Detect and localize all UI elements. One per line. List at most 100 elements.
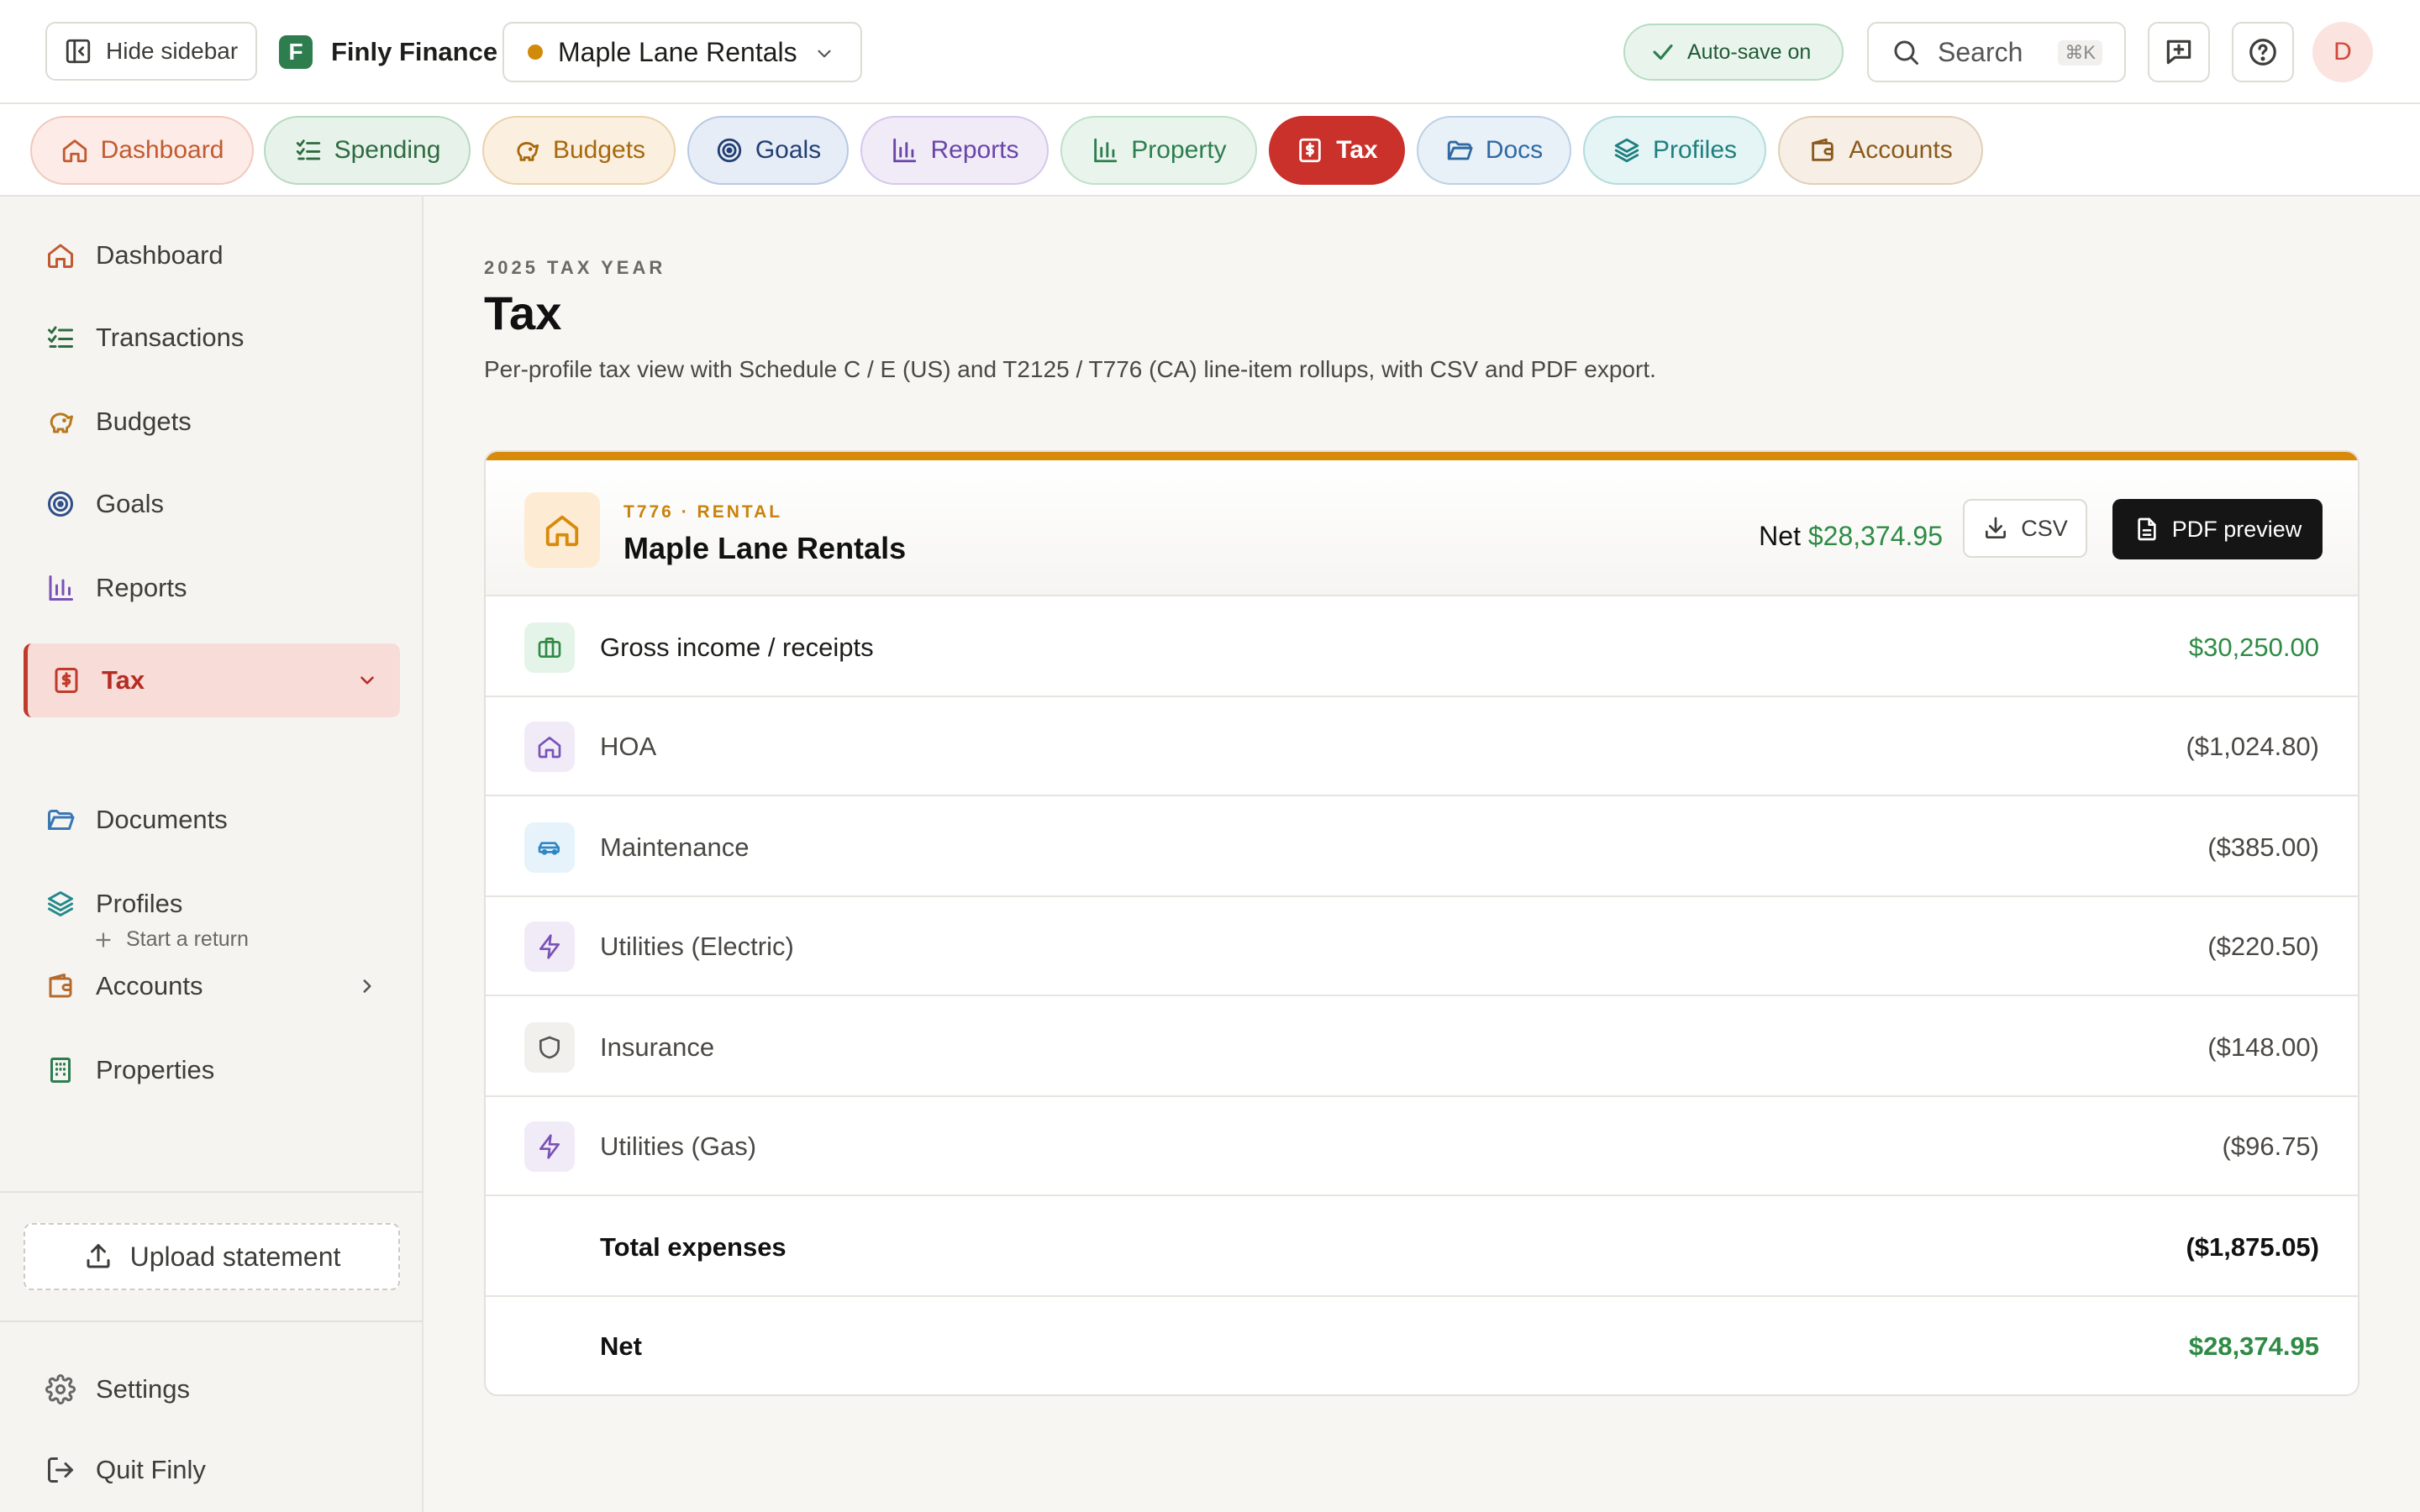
tab-docs[interactable]: Docs bbox=[1417, 116, 1571, 185]
sidebar-item-label: Properties bbox=[96, 1055, 215, 1084]
list-check-icon bbox=[294, 136, 323, 165]
card-kicker: T776 · RENTAL bbox=[623, 502, 783, 522]
hide-sidebar-button[interactable]: Hide sidebar bbox=[45, 22, 257, 81]
csv-label: CSV bbox=[2021, 515, 2068, 541]
sidebar-item-label: Documents bbox=[96, 805, 228, 834]
tab-label: Accounts bbox=[1849, 136, 1953, 164]
home-icon bbox=[60, 136, 89, 165]
upload-statement-button[interactable]: Upload statement bbox=[24, 1223, 400, 1290]
property-badge bbox=[524, 492, 600, 568]
sidebar-item-profiles[interactable]: Profiles bbox=[24, 867, 400, 941]
tab-budgets[interactable]: Budgets bbox=[482, 116, 676, 185]
sidebar-item-goals[interactable]: Goals bbox=[24, 467, 400, 541]
sidebar-item-quit[interactable]: Quit Finly bbox=[24, 1433, 400, 1507]
line-item-amount: ($220.50) bbox=[2207, 932, 2319, 961]
wallet-icon bbox=[45, 971, 76, 1001]
wallet-icon bbox=[1808, 136, 1837, 165]
net-row-label: Net bbox=[600, 1331, 642, 1361]
avatar[interactable]: D bbox=[2312, 22, 2373, 82]
tab-tax[interactable]: Tax bbox=[1269, 116, 1405, 185]
bar-chart-icon bbox=[45, 573, 76, 603]
tax-doc-icon bbox=[1296, 136, 1324, 165]
tab-accounts[interactable]: Accounts bbox=[1778, 116, 1983, 185]
tax-profile-card: T776 · RENTAL Maple Lane Rentals Net $28… bbox=[484, 450, 2360, 1396]
total-expenses-label: Total expenses bbox=[600, 1232, 786, 1262]
card-net-summary: Net $28,374.95 bbox=[1759, 521, 1943, 552]
gear-icon bbox=[45, 1374, 76, 1404]
total-expenses-row: Total expenses ($1,875.05) bbox=[486, 1198, 2358, 1297]
export-csv-button[interactable]: CSV bbox=[1963, 499, 2087, 558]
sidebar-item-tax[interactable]: Tax bbox=[24, 643, 400, 717]
tab-label: Dashboard bbox=[100, 136, 224, 164]
tab-property[interactable]: Property bbox=[1060, 116, 1257, 185]
search-shortcut: ⌘K bbox=[2058, 40, 2102, 66]
top-bar: Hide sidebar F Finly Finance Maple Lane … bbox=[0, 0, 2420, 104]
sidebar-item-reports[interactable]: Reports bbox=[24, 551, 400, 625]
target-icon bbox=[45, 489, 76, 519]
total-expenses-amount: ($1,875.05) bbox=[2186, 1232, 2319, 1262]
sidebar-item-label: Profiles bbox=[96, 889, 183, 918]
page-title: Tax bbox=[484, 286, 562, 339]
line-item-row[interactable]: Gross income / receipts $30,250.00 bbox=[486, 598, 2358, 697]
sidebar-item-label: Settings bbox=[96, 1374, 191, 1404]
tab-spending[interactable]: Spending bbox=[264, 116, 471, 185]
autosave-label: Auto-save on bbox=[1687, 39, 1812, 64]
sidebar-item-transactions[interactable]: Transactions bbox=[24, 301, 400, 375]
tab-profiles[interactable]: Profiles bbox=[1583, 116, 1766, 185]
sidebar-item-label: Goals bbox=[96, 489, 164, 518]
sidebar-item-budgets[interactable]: Budgets bbox=[24, 385, 400, 459]
sidebar-item-settings[interactable]: Settings bbox=[24, 1352, 400, 1426]
pdf-label: PDF preview bbox=[2171, 516, 2302, 542]
line-item-row[interactable]: Utilities (Gas) ($96.75) bbox=[486, 1097, 2358, 1196]
tab-goals[interactable]: Goals bbox=[687, 116, 849, 185]
help-button[interactable] bbox=[2232, 22, 2294, 82]
sidebar-divider bbox=[0, 1191, 424, 1193]
folder-icon bbox=[1445, 136, 1474, 165]
line-item-row[interactable]: Maintenance ($385.00) bbox=[486, 798, 2358, 897]
line-item-row[interactable]: HOA ($1,024.80) bbox=[486, 697, 2358, 796]
pdf-preview-button[interactable]: PDF preview bbox=[2112, 499, 2323, 559]
sidebar: Dashboard Transactions Budgets Goals Rep… bbox=[0, 197, 424, 1512]
line-item-row[interactable]: Insurance ($148.00) bbox=[486, 998, 2358, 1097]
tax-doc-icon bbox=[51, 665, 82, 696]
row-icon-badge bbox=[524, 1022, 575, 1073]
sidebar-item-documents[interactable]: Documents bbox=[24, 783, 400, 857]
line-item-label: Insurance bbox=[600, 1032, 715, 1062]
net-row-amount: $28,374.95 bbox=[2188, 1331, 2319, 1361]
sidebar-item-accounts[interactable]: Accounts bbox=[24, 949, 400, 1023]
bar-chart-icon bbox=[890, 136, 918, 165]
tab-label: Profiles bbox=[1652, 136, 1738, 164]
profile-selector[interactable]: Maple Lane Rentals bbox=[502, 22, 862, 82]
net-label: Net bbox=[1759, 521, 1801, 551]
tab-label: Tax bbox=[1336, 136, 1378, 164]
tab-label: Reports bbox=[930, 136, 1019, 164]
page-description: Per-profile tax view with Schedule C / E… bbox=[484, 356, 1656, 382]
sidebar-item-dashboard[interactable]: Dashboard bbox=[24, 218, 400, 292]
tab-label: Property bbox=[1131, 136, 1227, 164]
brand[interactable]: F Finly Finance bbox=[279, 35, 497, 69]
search-icon bbox=[1891, 37, 1921, 67]
tab-reports[interactable]: Reports bbox=[860, 116, 1049, 185]
sidebar-item-label: Dashboard bbox=[96, 240, 224, 270]
download-icon bbox=[1982, 515, 2009, 542]
line-item-label: HOA bbox=[600, 732, 657, 761]
tab-label: Budgets bbox=[552, 136, 646, 164]
home-icon bbox=[45, 240, 76, 270]
sidebar-item-properties[interactable]: Properties bbox=[24, 1033, 400, 1107]
feedback-button[interactable] bbox=[2148, 22, 2210, 82]
tab-label: Spending bbox=[334, 136, 441, 164]
home-icon bbox=[543, 511, 581, 549]
tab-dashboard[interactable]: Dashboard bbox=[30, 116, 254, 185]
card-title: Maple Lane Rentals bbox=[623, 531, 907, 565]
brand-name: Finly Finance bbox=[331, 37, 498, 66]
sidebar-item-label: Transactions bbox=[96, 323, 245, 352]
line-item-amount: ($1,024.80) bbox=[2186, 732, 2319, 761]
autosave-badge[interactable]: Auto-save on bbox=[1623, 24, 1844, 81]
page-kicker: 2025 TAX YEAR bbox=[484, 257, 666, 278]
chevron-right-icon bbox=[356, 975, 378, 997]
bolt-icon bbox=[536, 933, 563, 960]
search-input[interactable]: Search ⌘K bbox=[1867, 22, 2126, 82]
chevron-down-icon bbox=[813, 43, 835, 65]
building-icon bbox=[45, 1055, 76, 1085]
line-item-row[interactable]: Utilities (Electric) ($220.50) bbox=[486, 897, 2358, 996]
